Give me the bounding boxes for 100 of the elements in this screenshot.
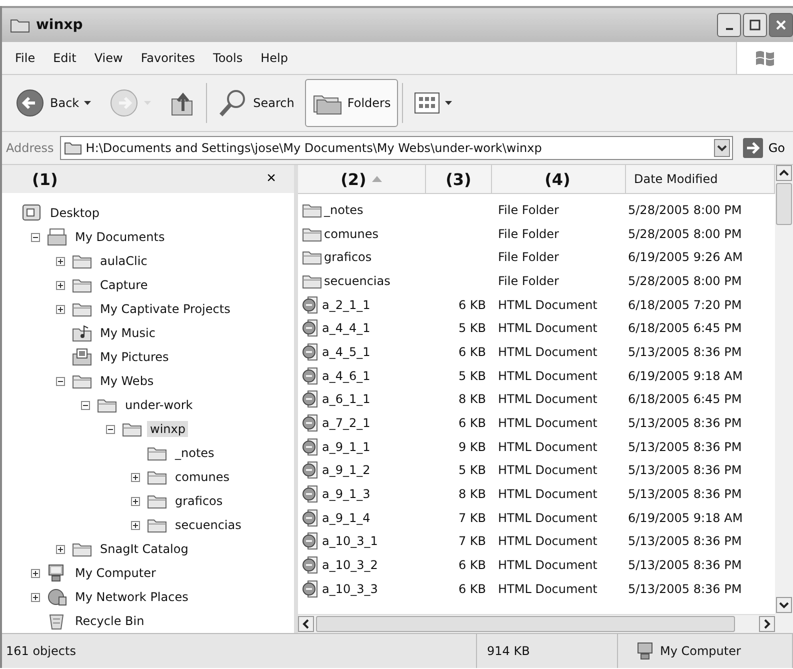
collapse-icon[interactable]	[31, 232, 40, 242]
file-name[interactable]: comunes	[324, 226, 378, 241]
scroll-right-button[interactable]	[759, 616, 775, 632]
file-type: File Folder	[498, 250, 559, 264]
caret-icon	[84, 100, 92, 106]
collapse-icon[interactable]	[106, 424, 115, 434]
menu-item[interactable]: View	[85, 51, 132, 65]
file-date: 5/13/2005 8:36 PM	[628, 463, 742, 478]
tree-item[interactable]: My Pictures	[97, 349, 172, 365]
close-button[interactable]	[769, 13, 793, 37]
tree-item[interactable]: My Webs	[97, 373, 157, 389]
file-type: HTML Document	[498, 368, 598, 383]
tree-item[interactable]: My Music	[97, 325, 158, 341]
maximize-icon	[749, 19, 761, 31]
column-header[interactable]: (2)	[298, 165, 426, 193]
web-page-icon	[302, 319, 320, 338]
scroll-left-button[interactable]	[298, 616, 314, 632]
tree-item[interactable]: graficos	[172, 493, 226, 509]
tree-item[interactable]: My Documents	[72, 229, 168, 245]
close-pane-button[interactable]: ×	[264, 170, 278, 188]
web-page-icon	[302, 296, 320, 314]
scrollbar-thumb[interactable]	[316, 616, 735, 632]
file-date: 5/13/2005 8:36 PM	[628, 558, 742, 572]
file-name[interactable]: a_4_4_1	[322, 321, 370, 336]
caret-icon	[144, 100, 152, 106]
file-date: 5/13/2005 8:36 PM	[628, 582, 742, 596]
scroll-down-button[interactable]	[776, 597, 792, 613]
address-field[interactable]: H:\Documents and Settings\jose\My Documents\My Webs\under-work\winxp	[60, 136, 734, 160]
maximize-button[interactable]	[743, 13, 767, 37]
tree-item[interactable]: secuencias	[172, 517, 244, 533]
expand-icon[interactable]	[56, 544, 65, 554]
file-name[interactable]: secuencias	[324, 274, 390, 288]
back-button[interactable]: Back	[8, 79, 98, 127]
folder-icon	[302, 249, 322, 266]
file-name[interactable]: a_7_2_1	[322, 416, 370, 430]
tree-item[interactable]: My Network Places	[72, 589, 192, 605]
file-name[interactable]: a_4_6_1	[322, 368, 370, 383]
vertical-scrollbar[interactable]	[775, 165, 793, 633]
go-button[interactable]: Go	[739, 138, 789, 158]
file-name[interactable]: a_2_1_1	[322, 298, 370, 312]
tree-item[interactable]: under-work	[122, 397, 196, 413]
file-name[interactable]: a_9_1_3	[322, 487, 370, 502]
file-name[interactable]: a_6_1_1	[322, 392, 370, 406]
file-name[interactable]: graficos	[324, 250, 372, 264]
menu-item[interactable]: Help	[252, 51, 297, 65]
tree-item[interactable]: comunes	[172, 469, 232, 485]
file-size: 8 KB	[458, 392, 486, 406]
scrollbar-thumb[interactable]	[776, 183, 792, 225]
tree-item[interactable]: My Computer	[72, 565, 159, 581]
file-name[interactable]: a_9_1_4	[322, 510, 370, 525]
dropdown-button[interactable]	[714, 139, 730, 157]
file-name[interactable]: a_9_1_1	[322, 440, 370, 454]
column-header[interactable]: (4)	[492, 165, 626, 193]
horizontal-scrollbar[interactable]	[298, 614, 775, 633]
scroll-up-button[interactable]	[776, 165, 792, 181]
file-name[interactable]: a_10_3_1	[322, 534, 378, 548]
folder-icon	[10, 17, 30, 33]
tree-item[interactable]: winxp	[147, 421, 188, 437]
tree-item[interactable]: My Captivate Projects	[97, 301, 234, 317]
file-size: 5 KB	[458, 368, 486, 383]
status-text: My Computer	[660, 644, 741, 658]
web-page-icon	[302, 366, 320, 385]
minimize-button[interactable]	[717, 13, 741, 37]
tree-item[interactable]: SnagIt Catalog	[97, 541, 192, 557]
tree-item[interactable]: Desktop	[47, 205, 102, 221]
file-name[interactable]: a_9_1_2	[322, 463, 370, 478]
menu-item[interactable]: Edit	[44, 51, 86, 65]
menu-item[interactable]: File	[6, 51, 44, 65]
web-page-icon	[302, 390, 320, 408]
file-type: HTML Document	[498, 440, 598, 454]
menu-item[interactable]: Tools	[204, 51, 252, 65]
file-name[interactable]: a_10_3_2	[322, 558, 378, 572]
file-type: HTML Document	[498, 510, 598, 525]
file-type: HTML Document	[498, 558, 598, 572]
column-header[interactable]: (3)	[426, 165, 492, 193]
expand-icon[interactable]	[31, 592, 40, 602]
caret-icon	[444, 100, 452, 106]
collapse-icon[interactable]	[81, 400, 90, 410]
file-date: 5/13/2005 8:36 PM	[628, 487, 742, 502]
expand-icon[interactable]	[131, 496, 140, 506]
expand-icon[interactable]	[131, 520, 140, 530]
expand-icon[interactable]	[131, 472, 140, 482]
web-page-icon	[302, 342, 320, 361]
tree-item[interactable]: Capture	[97, 277, 151, 293]
file-name[interactable]: a_4_5_1	[322, 344, 370, 359]
expand-icon[interactable]	[56, 256, 65, 266]
search-button[interactable]: Search	[211, 79, 302, 127]
tree-item[interactable]: _notes	[172, 445, 218, 461]
file-name[interactable]: _notes	[324, 202, 364, 217]
tree-item[interactable]: aulaClic	[97, 253, 150, 269]
menu-item[interactable]: Favorites	[132, 51, 204, 65]
folders-button[interactable]: Folders	[305, 79, 398, 127]
address-label: Address	[6, 141, 54, 155]
tree-item[interactable]: Recycle Bin	[72, 613, 148, 629]
expand-icon[interactable]	[31, 568, 40, 578]
network-icon	[47, 588, 67, 606]
file-name[interactable]: a_10_3_3	[322, 582, 378, 596]
collapse-icon[interactable]	[56, 376, 65, 386]
expand-icon[interactable]	[56, 280, 65, 290]
expand-icon[interactable]	[56, 304, 65, 314]
